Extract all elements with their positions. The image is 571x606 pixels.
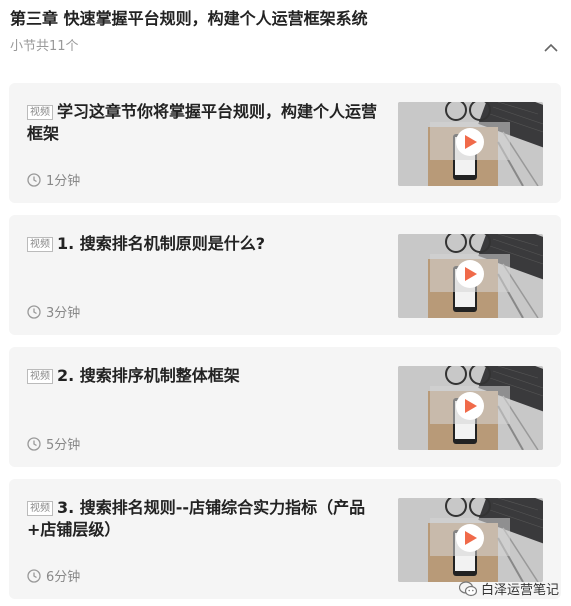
duration-text: 5分钟 bbox=[46, 438, 81, 453]
clock-icon bbox=[27, 172, 41, 187]
clock-icon bbox=[27, 436, 41, 451]
lesson-title-text: 1. 搜索排名机制原则是什么? bbox=[57, 234, 266, 253]
lesson-duration: 1分钟 bbox=[27, 170, 80, 189]
video-thumbnail[interactable] bbox=[398, 498, 543, 582]
duration-text: 3分钟 bbox=[46, 306, 81, 321]
video-tag: 视频 bbox=[27, 237, 53, 252]
duration-text: 1分钟 bbox=[46, 174, 81, 189]
lesson-title: 视频 2. 搜索排序机制整体框架 bbox=[27, 365, 377, 387]
lesson-duration: 5分钟 bbox=[27, 434, 80, 453]
video-thumbnail[interactable] bbox=[398, 102, 543, 186]
clock-icon bbox=[27, 568, 41, 583]
lesson-title-text: 3. 搜索排名规则--店铺综合实力指标（产品+店铺层级） bbox=[27, 498, 366, 539]
lesson-duration: 6分钟 bbox=[27, 566, 80, 585]
lesson-count: 小节共11个 bbox=[10, 39, 79, 54]
lesson-card[interactable]: 视频 学习这章节你将掌握平台规则，构建个人运营框架 1分钟 bbox=[9, 83, 561, 203]
chevron-up-icon bbox=[544, 43, 558, 52]
watermark-text: 白泽运营笔记 bbox=[480, 583, 559, 598]
collapse-button[interactable] bbox=[541, 38, 561, 56]
lesson-title-text: 学习这章节你将掌握平台规则，构建个人运营框架 bbox=[27, 102, 378, 143]
video-tag: 视频 bbox=[27, 105, 53, 120]
lesson-card[interactable]: 视频 1. 搜索排名机制原则是什么? 3分钟 bbox=[9, 215, 561, 335]
lesson-title: 视频 学习这章节你将掌握平台规则，构建个人运营框架 bbox=[27, 101, 377, 145]
lesson-title: 视频 1. 搜索排名机制原则是什么? bbox=[27, 233, 377, 255]
duration-text: 6分钟 bbox=[46, 570, 81, 585]
lesson-card[interactable]: 视频 2. 搜索排序机制整体框架 5分钟 bbox=[9, 347, 561, 467]
lesson-duration: 3分钟 bbox=[27, 302, 80, 321]
video-tag: 视频 bbox=[27, 369, 53, 384]
lesson-title-text: 2. 搜索排序机制整体框架 bbox=[57, 366, 240, 385]
watermark: 白泽运营笔记 bbox=[458, 579, 559, 598]
video-tag: 视频 bbox=[27, 501, 53, 516]
wechat-icon bbox=[458, 580, 477, 596]
clock-icon bbox=[27, 304, 41, 319]
lesson-title: 视频 3. 搜索排名规则--店铺综合实力指标（产品+店铺层级） bbox=[27, 497, 377, 541]
video-thumbnail[interactable] bbox=[398, 234, 543, 318]
video-thumbnail[interactable] bbox=[398, 366, 543, 450]
chapter-title: 第三章 快速掌握平台规则，构建个人运营框架系统 bbox=[10, 9, 368, 28]
